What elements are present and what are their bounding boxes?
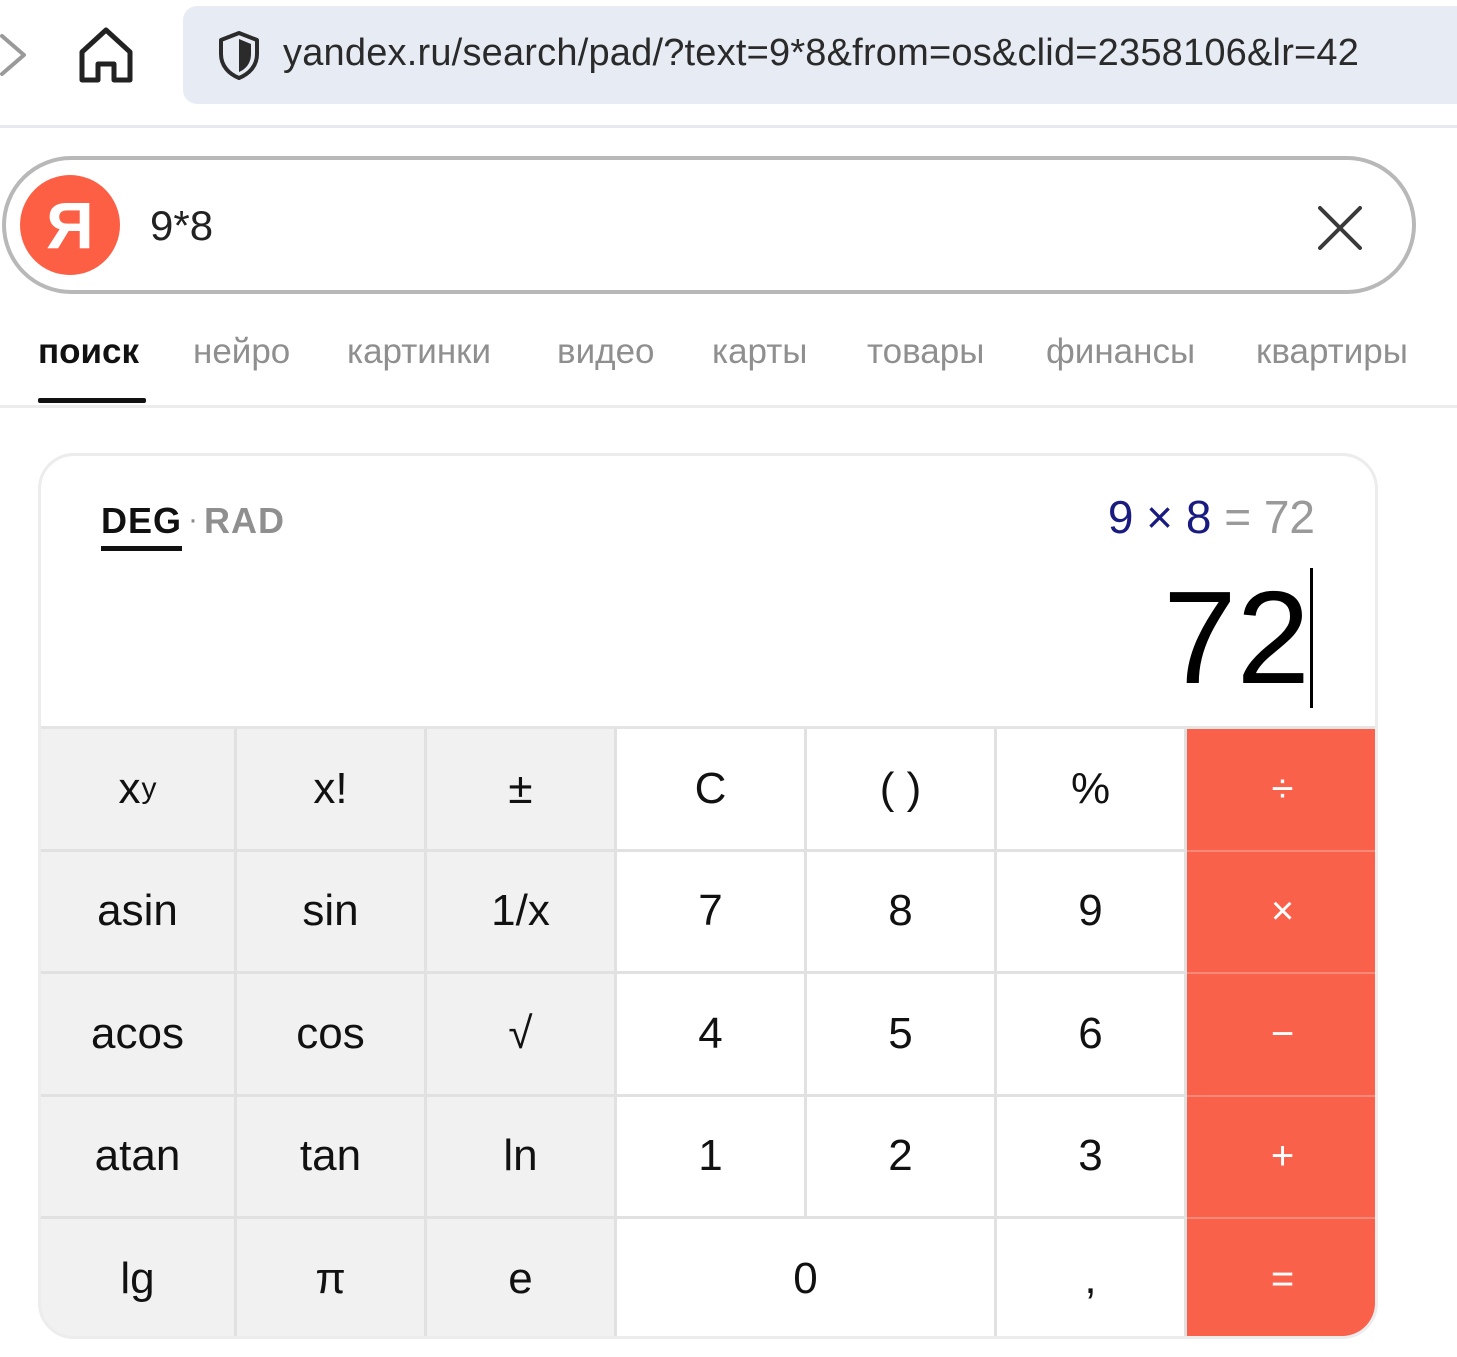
tab-search[interactable]: поиск [38,332,139,372]
tab-maps[interactable]: карты [712,332,807,372]
key-factorial[interactable]: x! [237,729,427,852]
key-sqrt[interactable]: √ [427,974,617,1097]
key-power-exp: y [141,771,157,805]
key-2[interactable]: 2 [807,1096,997,1219]
key-tan[interactable]: tan [237,1096,427,1219]
key-divide[interactable]: ÷ [1187,729,1375,852]
tab-apartments[interactable]: квартиры [1256,332,1408,372]
key-asin[interactable]: asin [41,851,237,974]
yandex-logo-letter: Я [46,188,94,262]
key-0[interactable]: 0 [617,1219,997,1336]
tab-neuro[interactable]: нейро [193,332,290,372]
close-icon[interactable] [1314,202,1366,254]
key-cos[interactable]: cos [237,974,427,1097]
key-clear[interactable]: C [617,729,807,852]
tab-finance[interactable]: финансы [1046,332,1195,372]
key-multiply[interactable]: × [1187,851,1375,974]
calculator-widget: DEG · RAD 9 × 8 = 72 72 xy x! ± C ( ) % ÷ … [38,453,1378,1339]
key-percent[interactable]: % [997,729,1187,852]
key-plus[interactable]: + [1187,1096,1375,1219]
calc-expression: 9 × 8 = 72 [1108,490,1315,544]
key-plus-minus[interactable]: ± [427,729,617,852]
mode-rad[interactable]: RAD [204,500,285,541]
expression-result: = 72 [1224,491,1315,543]
key-parentheses[interactable]: ( ) [807,729,997,852]
key-4[interactable]: 4 [617,974,807,1097]
key-3[interactable]: 3 [997,1096,1187,1219]
key-6[interactable]: 6 [997,974,1187,1097]
url-text[interactable]: yandex.ru/search/pad/?text=9*8&from=os&c… [283,32,1359,75]
key-atan[interactable]: atan [41,1096,237,1219]
key-reciprocal[interactable]: 1/x [427,851,617,974]
search-tabs: поиск нейро картинки видео карты товары … [0,316,1457,408]
calc-display[interactable]: 72 [1163,568,1313,708]
browser-toolbar: yandex.ru/search/pad/?text=9*8&from=os&c… [0,0,1457,128]
key-power-base: x [118,763,141,813]
key-power[interactable]: xy [41,729,237,852]
tab-video[interactable]: видео [557,332,655,372]
key-ln[interactable]: ln [427,1096,617,1219]
key-7[interactable]: 7 [617,851,807,974]
calc-keypad: xy x! ± C ( ) % ÷ asin sin 1/x 7 8 9 × a… [41,726,1375,1336]
search-input[interactable] [150,196,1250,256]
search-box: Я [2,156,1416,294]
key-minus[interactable]: − [1187,974,1375,1097]
yandex-logo[interactable]: Я [20,175,120,275]
key-lg[interactable]: lg [41,1219,237,1336]
expression-text: 9 × 8 [1107,491,1212,543]
active-tab-indicator [38,398,146,403]
mode-deg[interactable]: DEG [101,500,183,551]
key-decimal[interactable]: , [997,1219,1187,1336]
key-5[interactable]: 5 [807,974,997,1097]
key-e[interactable]: e [427,1219,617,1336]
mode-separator: · [188,503,199,536]
tab-images[interactable]: картинки [347,332,491,372]
key-9[interactable]: 9 [997,851,1187,974]
tab-products[interactable]: товары [867,332,984,372]
key-sin[interactable]: sin [237,851,427,974]
address-bar[interactable]: yandex.ru/search/pad/?text=9*8&from=os&c… [183,6,1457,104]
angle-mode-switch: DEG · RAD [101,500,285,551]
shield-icon[interactable] [217,30,261,80]
key-acos[interactable]: acos [41,974,237,1097]
forward-icon[interactable] [0,30,34,80]
key-1[interactable]: 1 [617,1096,807,1219]
key-equals[interactable]: = [1187,1219,1375,1336]
key-pi[interactable]: π [237,1219,427,1336]
home-icon[interactable] [74,24,138,86]
key-8[interactable]: 8 [807,851,997,974]
